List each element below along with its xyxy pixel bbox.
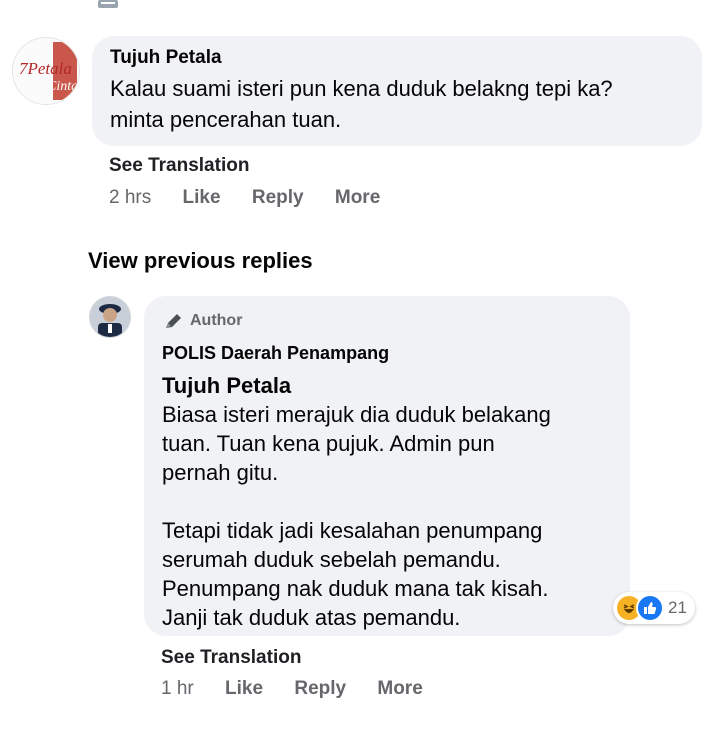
comment-author[interactable]: Tujuh Petala <box>110 47 222 69</box>
reply-like-button[interactable]: Like <box>225 678 263 699</box>
like-button[interactable]: Like <box>183 187 221 208</box>
reaction-summary[interactable]: 21 <box>613 592 695 624</box>
author-badge: Author <box>164 312 242 330</box>
view-previous-replies-link[interactable]: View previous replies <box>88 248 313 274</box>
reply-avatar[interactable] <box>89 296 131 338</box>
reply-page-name[interactable]: POLIS Daerah Penampang <box>162 343 389 364</box>
reaction-count: 21 <box>668 598 687 617</box>
reply-more-button[interactable]: More <box>377 678 422 699</box>
reply-reply-button[interactable]: Reply <box>294 678 346 699</box>
reply-button[interactable]: Reply <box>252 187 304 208</box>
cropped-icon <box>98 0 118 8</box>
like-reaction-icon <box>636 594 664 622</box>
svg-text:Cinta: Cinta <box>47 79 78 94</box>
page-logo-icon: 7Petala Cinta <box>13 38 79 104</box>
comment-text-line2: minta pencerahan tuan. <box>110 107 342 132</box>
reply-time[interactable]: 1 hr <box>161 678 194 699</box>
comment-text-line1: Kalau suami isteri pun kena duduk belakn… <box>110 76 613 101</box>
reply-mention[interactable]: Tujuh Petala <box>162 373 291 399</box>
reply-text: Biasa isteri merajuk dia duduk belakang … <box>162 402 551 630</box>
see-translation-link[interactable]: See Translation <box>109 155 249 177</box>
author-badge-label: Author <box>190 312 243 329</box>
pen-author-icon <box>166 314 181 328</box>
police-officer-avatar-icon <box>90 297 130 337</box>
reply-actions: 1 hr Like Reply More <box>161 678 449 700</box>
more-button[interactable]: More <box>335 187 380 208</box>
reply-see-translation-link[interactable]: See Translation <box>161 647 301 669</box>
avatar[interactable]: 7Petala Cinta <box>12 37 80 105</box>
svg-text:7Petala: 7Petala <box>19 59 72 78</box>
comment-time[interactable]: 2 hrs <box>109 187 151 208</box>
comment-actions: 2 hrs Like Reply More <box>109 187 406 209</box>
